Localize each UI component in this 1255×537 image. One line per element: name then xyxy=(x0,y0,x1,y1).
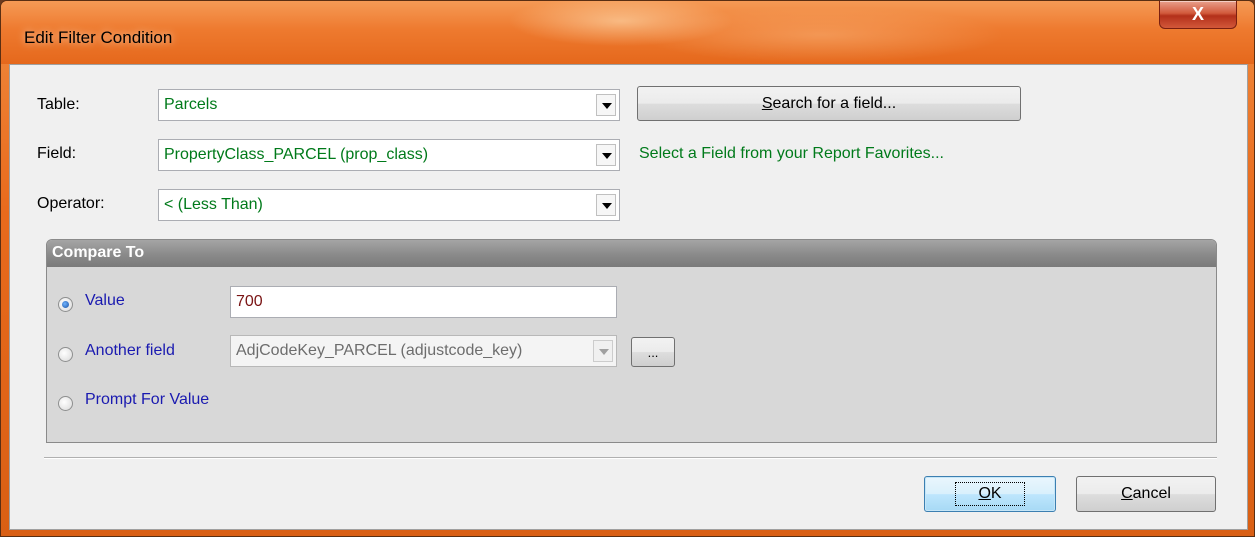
cancel-button-label: Cancel xyxy=(1121,485,1171,502)
close-icon: X xyxy=(1191,4,1204,24)
field-label: Field: xyxy=(37,145,77,162)
chevron-down-icon xyxy=(593,340,613,362)
separator xyxy=(44,457,1217,459)
search-field-button-label: Search for a field... xyxy=(761,94,897,112)
operator-select-value: < (Less Than) xyxy=(164,196,263,213)
compare-to-header: Compare To xyxy=(47,240,1216,267)
field-select-value: PropertyClass_PARCEL (prop_class) xyxy=(164,146,429,163)
chevron-down-icon[interactable] xyxy=(596,144,616,166)
compare-to-title: Compare To xyxy=(52,244,145,261)
title-bar[interactable]: Edit Filter Condition X xyxy=(1,1,1254,64)
dialog-body: Table: Parcels Search for a field... Fie… xyxy=(9,64,1248,530)
value-input-text: 700 xyxy=(236,293,263,310)
dialog-title: Edit Filter Condition xyxy=(24,28,173,47)
ok-button[interactable]: OK xyxy=(924,476,1056,512)
ok-button-label: OK xyxy=(955,482,1025,506)
prompt-value-radio[interactable] xyxy=(58,396,73,411)
chevron-down-icon[interactable] xyxy=(596,194,616,216)
another-field-radio[interactable] xyxy=(58,347,73,362)
operator-label: Operator: xyxy=(37,195,105,212)
dialog-window: Edit Filter Condition X Table: Parcels S… xyxy=(0,0,1255,537)
chevron-down-icon[interactable] xyxy=(596,94,616,116)
field-select[interactable]: PropertyClass_PARCEL (prop_class) xyxy=(158,139,620,171)
another-field-select-value: AdjCodeKey_PARCEL (adjustcode_key) xyxy=(236,342,523,359)
another-field-radio-label[interactable]: Another field xyxy=(85,342,175,360)
cancel-button[interactable]: Cancel xyxy=(1076,476,1216,512)
operator-select[interactable]: < (Less Than) xyxy=(158,189,620,221)
report-favorites-link[interactable]: Select a Field from your Report Favorite… xyxy=(639,145,944,163)
close-button[interactable]: X xyxy=(1159,1,1237,29)
another-field-select: AdjCodeKey_PARCEL (adjustcode_key) xyxy=(230,335,617,367)
value-input[interactable]: 700 xyxy=(230,286,617,318)
value-radio-label[interactable]: Value xyxy=(85,292,125,310)
compare-to-group: Compare To Value 700 Another field AdjCo… xyxy=(46,239,1217,443)
ellipsis-icon: ... xyxy=(647,344,659,360)
value-radio[interactable] xyxy=(58,297,73,312)
browse-field-button[interactable]: ... xyxy=(631,337,675,367)
table-select[interactable]: Parcels xyxy=(158,89,620,121)
table-label: Table: xyxy=(37,96,80,113)
table-select-value: Parcels xyxy=(164,96,218,113)
prompt-value-radio-label[interactable]: Prompt For Value xyxy=(85,391,209,409)
search-field-button[interactable]: Search for a field... xyxy=(637,86,1021,121)
